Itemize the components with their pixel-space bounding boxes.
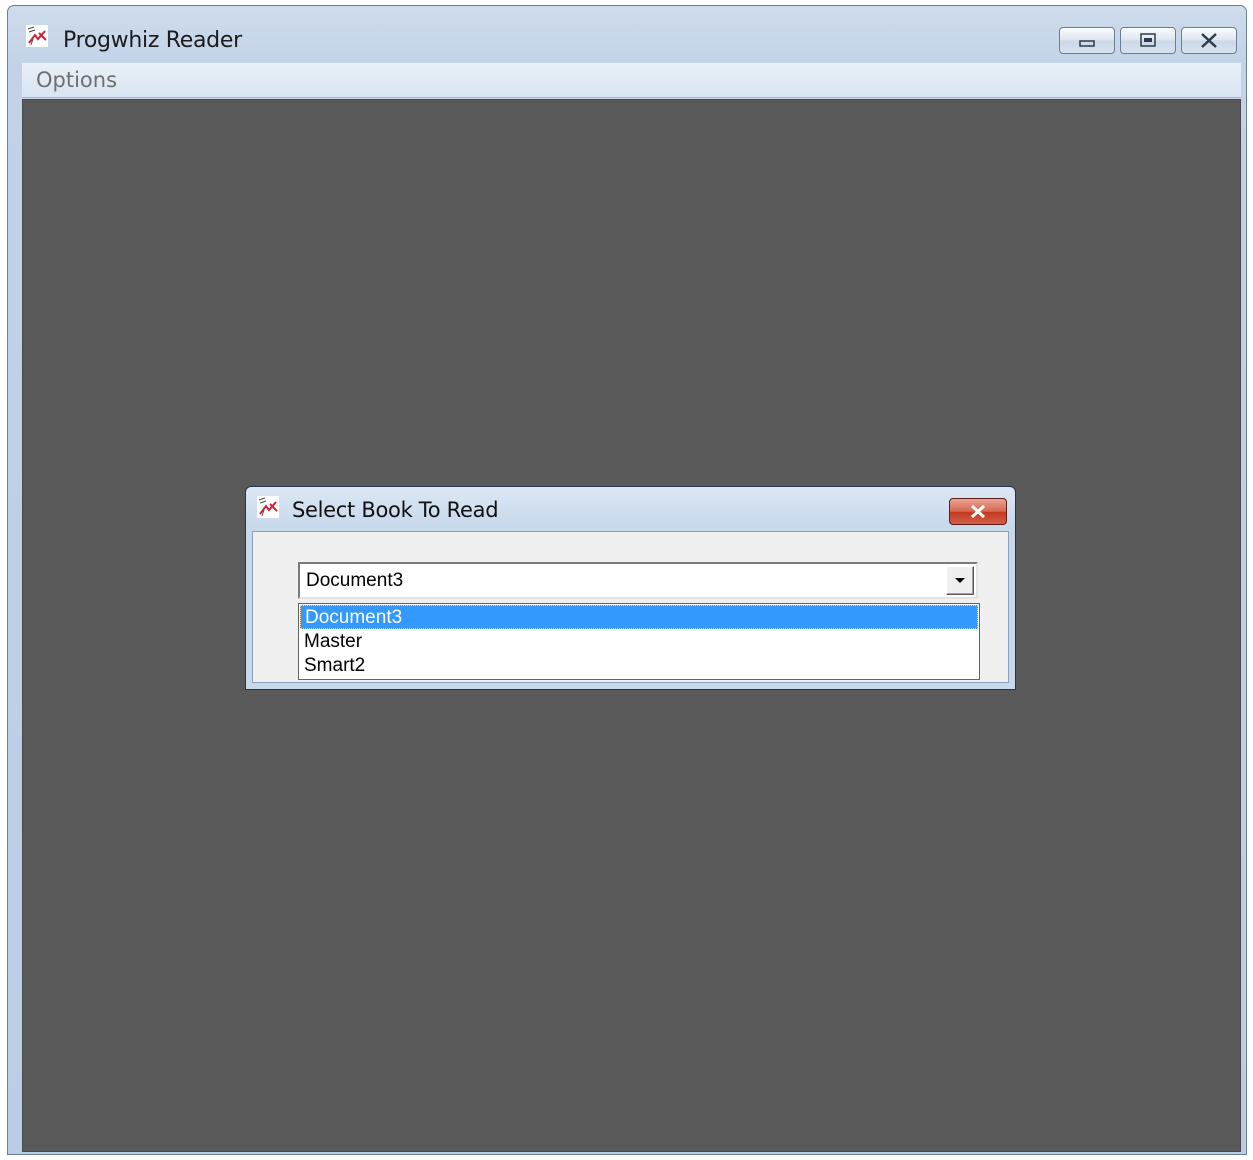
app-pen-icon xyxy=(257,496,279,518)
dialog-title: Select Book To Read xyxy=(292,498,499,522)
list-item[interactable]: Master xyxy=(300,630,978,654)
minimize-icon xyxy=(1079,40,1095,47)
dialog-body: Document3 Document3 Master Smart2 xyxy=(252,531,1009,683)
minimize-button[interactable] xyxy=(1059,27,1115,54)
caption-buttons xyxy=(1054,27,1237,55)
select-book-dialog: Select Book To Read Document3 Document3 … xyxy=(245,486,1016,690)
close-icon xyxy=(970,504,986,519)
dialog-titlebar[interactable]: Select Book To Read xyxy=(246,487,1015,531)
app-pen-icon xyxy=(26,25,48,47)
chevron-down-icon xyxy=(955,578,965,583)
list-item[interactable]: Smart2 xyxy=(300,654,978,678)
restore-icon xyxy=(1140,33,1156,47)
menu-options[interactable]: Options xyxy=(36,68,117,92)
dialog-close-button[interactable] xyxy=(949,498,1007,525)
close-window-button[interactable] xyxy=(1181,27,1237,54)
menubar: Options xyxy=(22,63,1241,98)
book-select-combobox[interactable]: Document3 xyxy=(298,562,978,599)
window-titlebar[interactable]: Progwhiz Reader xyxy=(8,6,1246,62)
combo-dropdown-button[interactable] xyxy=(946,566,974,595)
list-item[interactable]: Document3 xyxy=(300,605,978,629)
combo-dropdown-list: Document3 Master Smart2 xyxy=(298,603,980,680)
close-icon xyxy=(1201,33,1217,48)
window-title: Progwhiz Reader xyxy=(63,28,242,53)
maximize-button[interactable] xyxy=(1120,27,1176,54)
combo-selected-value: Document3 xyxy=(306,570,404,591)
